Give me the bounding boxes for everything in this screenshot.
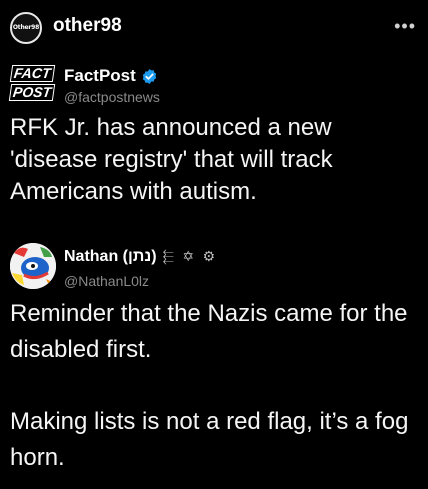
post1-name-row: FactPost: [64, 66, 158, 86]
post2-body-text: Reminder that the Nazis came for the dis…: [10, 296, 420, 476]
post1-body-text: RFK Jr. has announced a new 'disease reg…: [10, 114, 333, 205]
verified-badge-icon: [142, 68, 157, 84]
post2-paragraph-2: Making lists is not a red flag, it’s a f…: [10, 408, 409, 471]
post2-paragraph-1: Reminder that the Nazis came for the dis…: [10, 300, 408, 363]
avatar-artwork-icon: [10, 243, 56, 289]
screenshot-page: Other98 other98 ••• FACT POST FactPost @…: [0, 0, 428, 489]
name-emoji-icons: ⬱ ✡ ⚙: [162, 249, 218, 265]
post1-display-name[interactable]: FactPost: [64, 66, 136, 86]
avatar[interactable]: Other98: [10, 12, 42, 44]
post2-name-row: Nathan (נתן) ⬱ ✡ ⚙: [64, 248, 217, 266]
username[interactable]: other98: [53, 15, 122, 37]
post2-handle[interactable]: @NathanL0lz: [64, 273, 149, 289]
post2-avatar[interactable]: [10, 243, 56, 289]
logo-line-top: FACT: [9, 65, 55, 82]
post2-display-name[interactable]: Nathan (נתן): [64, 248, 157, 266]
avatar-text: Other98: [12, 24, 40, 31]
logo-line-bottom: POST: [8, 84, 56, 101]
post-header: Other98 other98 •••: [0, 0, 428, 56]
post1-handle[interactable]: @factpostnews: [64, 89, 160, 105]
factpost-logo-avatar[interactable]: FACT POST: [8, 64, 56, 102]
more-horizontal-icon[interactable]: •••: [394, 16, 416, 37]
